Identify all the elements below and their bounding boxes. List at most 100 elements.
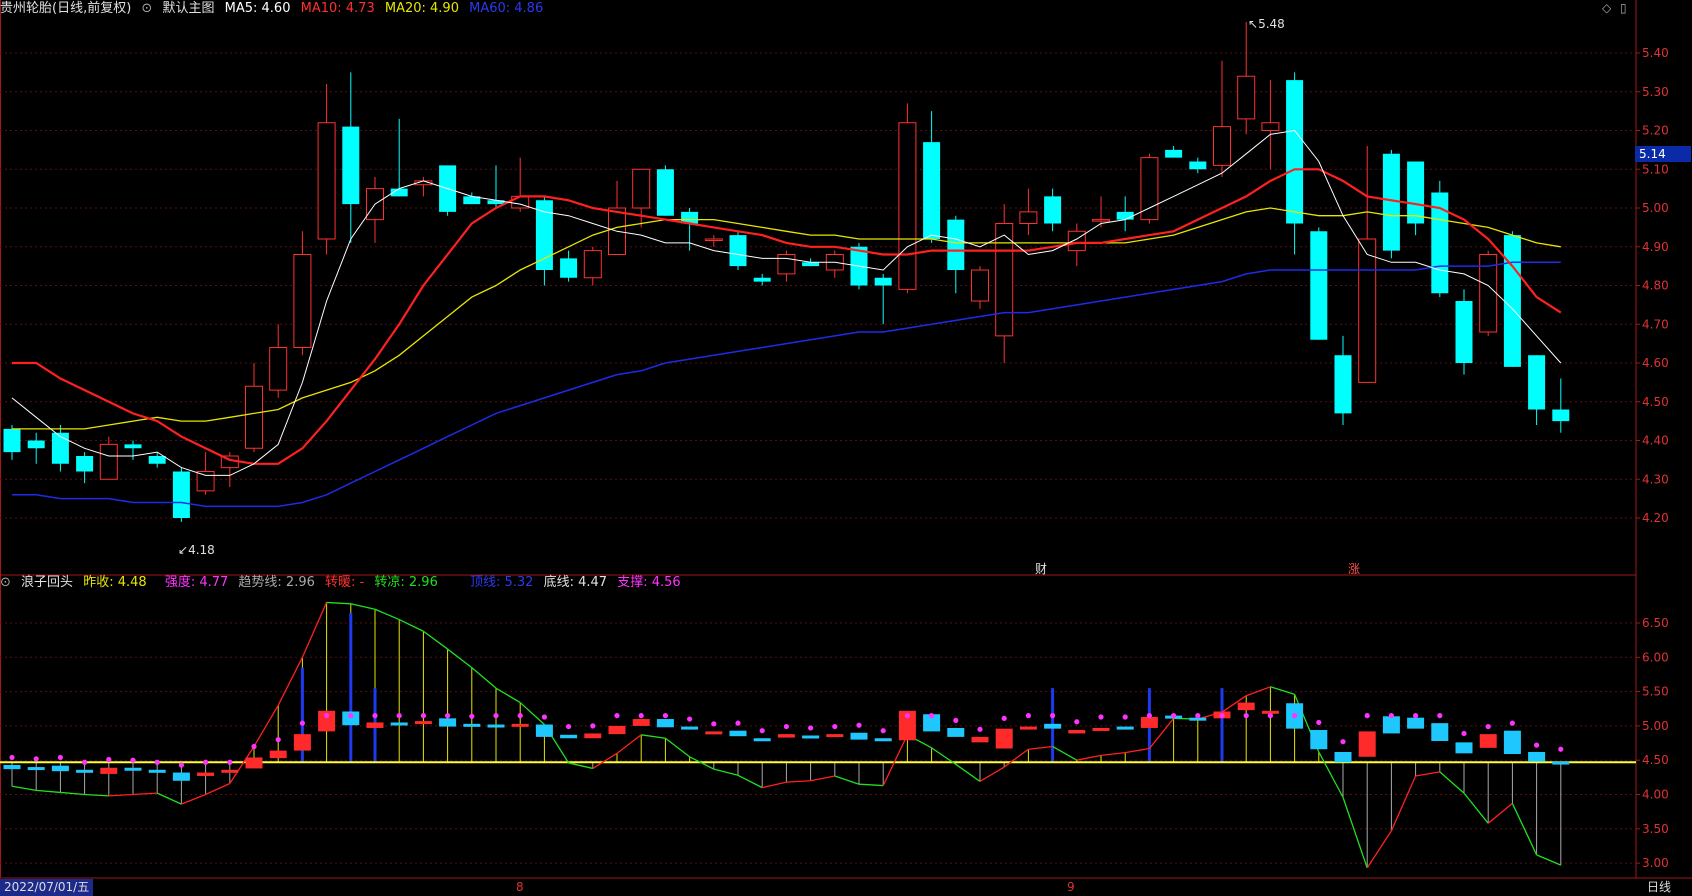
- axis-tick-label: 5.30: [1642, 85, 1669, 99]
- indicator-candle: [1552, 761, 1570, 765]
- trend-line-segment: [858, 783, 884, 787]
- support-dot: [1413, 713, 1419, 719]
- support-dot: [1001, 715, 1007, 721]
- candle-body-down: [342, 126, 360, 205]
- axis-tick-label: 3.00: [1642, 856, 1669, 870]
- support-dot: [1122, 714, 1128, 720]
- indicator-candle: [269, 750, 287, 759]
- indicator-candle: [608, 725, 626, 735]
- indicator-candle: [802, 735, 820, 739]
- candle-body-down: [27, 440, 45, 449]
- candle-body-up: [898, 122, 917, 290]
- trend-line-segment: [156, 792, 182, 805]
- candle-body-down: [656, 169, 674, 216]
- chart-canvas[interactable]: 5.40 5.30 5.20 5.10 5.00 4.90 4.80 4.70 4.60 4.50…: [0, 0, 1692, 896]
- indicator-candle: [826, 734, 844, 738]
- candle-body-down: [1044, 196, 1062, 224]
- layout-label[interactable]: 默认主图: [162, 1, 214, 16]
- candle-body-up: [1019, 211, 1038, 224]
- indicator-candle: [1019, 726, 1037, 730]
- trend-line-segment: [1003, 748, 1029, 768]
- strength-value: 强度: 4.77: [164, 575, 229, 590]
- support-dot: [541, 714, 548, 720]
- high-label: ↖5.48: [1248, 17, 1285, 31]
- candle-body-up: [583, 250, 602, 279]
- trend-line-segment: [1463, 792, 1489, 824]
- dropdown-icon[interactable]: ⊙: [0, 575, 11, 590]
- cool-value: 转凉: 2.96: [374, 575, 438, 590]
- support-dot: [1171, 713, 1177, 719]
- indicator-candle: [632, 719, 650, 726]
- trend-line-segment: [1100, 752, 1126, 757]
- trend-line-segment: [1536, 854, 1562, 866]
- dropdown-icon[interactable]: ⊙: [141, 1, 152, 16]
- support-dot: [1219, 713, 1225, 719]
- support-dot: [445, 713, 451, 719]
- support-dot: [57, 754, 64, 761]
- trend-line-segment: [762, 781, 787, 789]
- trend-line-segment: [1415, 771, 1440, 777]
- axis-tick-label: 4.50: [1642, 753, 1669, 767]
- support-dot: [82, 759, 88, 765]
- indicator-candle: [1455, 742, 1473, 754]
- indicator-candle: [1407, 717, 1425, 729]
- support-dot: [1195, 713, 1201, 719]
- support-dot: [687, 716, 693, 722]
- support-value: 支撑: 4.56: [617, 575, 681, 590]
- low-label: ↙4.18: [178, 543, 215, 557]
- support-dot: [711, 721, 717, 727]
- ma20-value: MA20: 4.90: [384, 1, 459, 16]
- support-dot: [832, 723, 838, 730]
- window-icon[interactable]: ▯: [1620, 1, 1627, 15]
- event-marker-cai[interactable]: 财: [1035, 560, 1047, 577]
- trend-value: 趋势线: 2.96: [238, 575, 315, 590]
- indicator-candle: [487, 724, 505, 728]
- candle-body-up: [971, 269, 989, 302]
- axis-tick-label: 4.70: [1642, 317, 1669, 331]
- candle-body-up: [632, 168, 651, 209]
- candle-body-up: [317, 122, 336, 240]
- indicator-candle: [245, 757, 263, 769]
- support-dot: [904, 713, 911, 719]
- event-marker-zhang[interactable]: 涨: [1348, 560, 1360, 577]
- indicator-candle: [414, 721, 432, 725]
- trend-line-segment: [205, 782, 231, 796]
- indicator-candle: [366, 722, 384, 728]
- indicator-candle: [1237, 702, 1255, 711]
- trend-line-segment: [495, 687, 521, 704]
- candle-body-down: [124, 444, 142, 449]
- candle-body-down: [1189, 161, 1207, 170]
- indicator-name[interactable]: 浪子回头: [21, 575, 73, 590]
- indicator-candle: [1310, 730, 1328, 750]
- stock-title[interactable]: 贵州轮胎(日线,前复权): [0, 1, 131, 16]
- indicator-candle: [1092, 727, 1110, 731]
- support-dot: [1074, 719, 1080, 725]
- axis-tick-label: 4.30: [1642, 472, 1669, 486]
- indicator-candle: [390, 722, 408, 726]
- prev-close-value: 昨收: 4.48: [83, 575, 147, 590]
- trend-line-segment: [1076, 754, 1102, 761]
- candle-body-down: [1552, 409, 1570, 422]
- axis-tick-label: 5.10: [1642, 162, 1669, 176]
- support-dot: [469, 713, 475, 719]
- candle-body-down: [753, 277, 771, 282]
- axis-tick-label: 4.60: [1642, 356, 1669, 370]
- support-dot: [130, 757, 136, 763]
- period-label[interactable]: 日线: [1647, 879, 1671, 896]
- diamond-icon[interactable]: ◇: [1602, 1, 1611, 15]
- trend-line-segment: [810, 775, 835, 782]
- support-dot: [372, 713, 378, 719]
- candle-body-down: [1165, 149, 1183, 158]
- indicator-candle: [463, 723, 481, 727]
- candle-body-down: [3, 428, 21, 453]
- candle-body-down: [1503, 235, 1521, 367]
- indicator-candle: [1140, 716, 1158, 728]
- candle-body-up: [99, 443, 118, 480]
- support-dot: [396, 713, 402, 719]
- support-dot: [590, 723, 596, 729]
- indicator-candle: [100, 767, 118, 774]
- axis-tick-label: 5.00: [1642, 201, 1669, 215]
- indicator-axis: 6.50 6.00 5.50 5.00 4.50 4.00 3.50 3.00: [1642, 616, 1669, 870]
- support-dot: [856, 722, 862, 728]
- trend-line-segment: [60, 791, 85, 796]
